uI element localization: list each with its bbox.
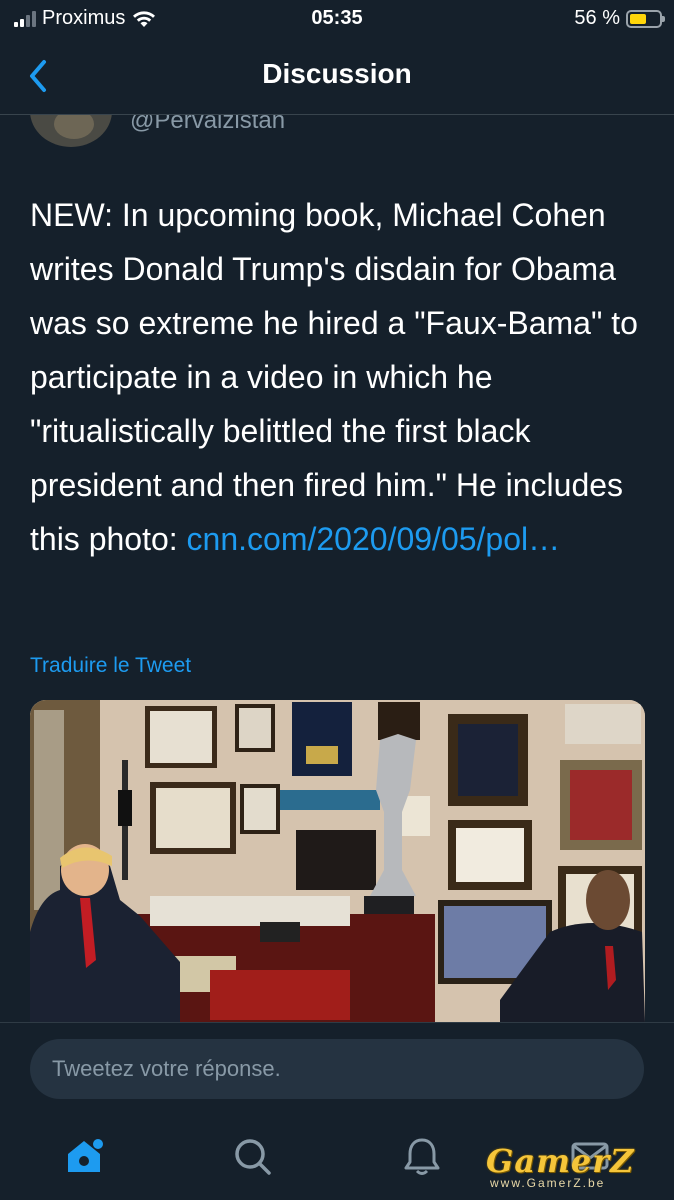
page-title: Discussion [262,58,412,89]
reply-bar: Tweetez votre réponse. [0,1022,674,1119]
tweet-author: @Pervaizistan [0,115,674,149]
watermark-url: www.GamerZ.be [490,1176,606,1190]
avatar[interactable] [30,115,112,147]
author-handle[interactable]: @Pervaizistan [130,115,285,135]
battery-icon [626,9,665,28]
search-icon[interactable] [230,1134,274,1178]
watermark-brand: GamerZ [486,1142,635,1180]
clock: 05:35 [311,7,363,29]
tweet-photo[interactable] [30,700,645,1022]
reply-input[interactable]: Tweetez votre réponse. [30,1039,644,1099]
nav-bar: Discussion [0,40,674,115]
reply-placeholder: Tweetez votre réponse. [52,1056,281,1081]
office-photo-illustration [30,700,645,1022]
tweet-body: NEW: In upcoming book, Michael Cohen wri… [30,197,638,557]
tweet-text: NEW: In upcoming book, Michael Cohen wri… [30,188,650,566]
battery-percentage: 56 % [574,7,620,29]
status-right: 56 % [574,7,665,30]
status-bar: Proximus 05:35 56 % [0,0,674,38]
tweet-link[interactable]: cnn.com/2020/09/05/pol… [187,521,561,557]
bell-icon[interactable] [400,1134,444,1178]
translate-link[interactable]: Traduire le Tweet [30,654,191,678]
home-icon[interactable] [62,1134,106,1178]
watermark: GamerZ www.GamerZ.be [486,1142,666,1190]
